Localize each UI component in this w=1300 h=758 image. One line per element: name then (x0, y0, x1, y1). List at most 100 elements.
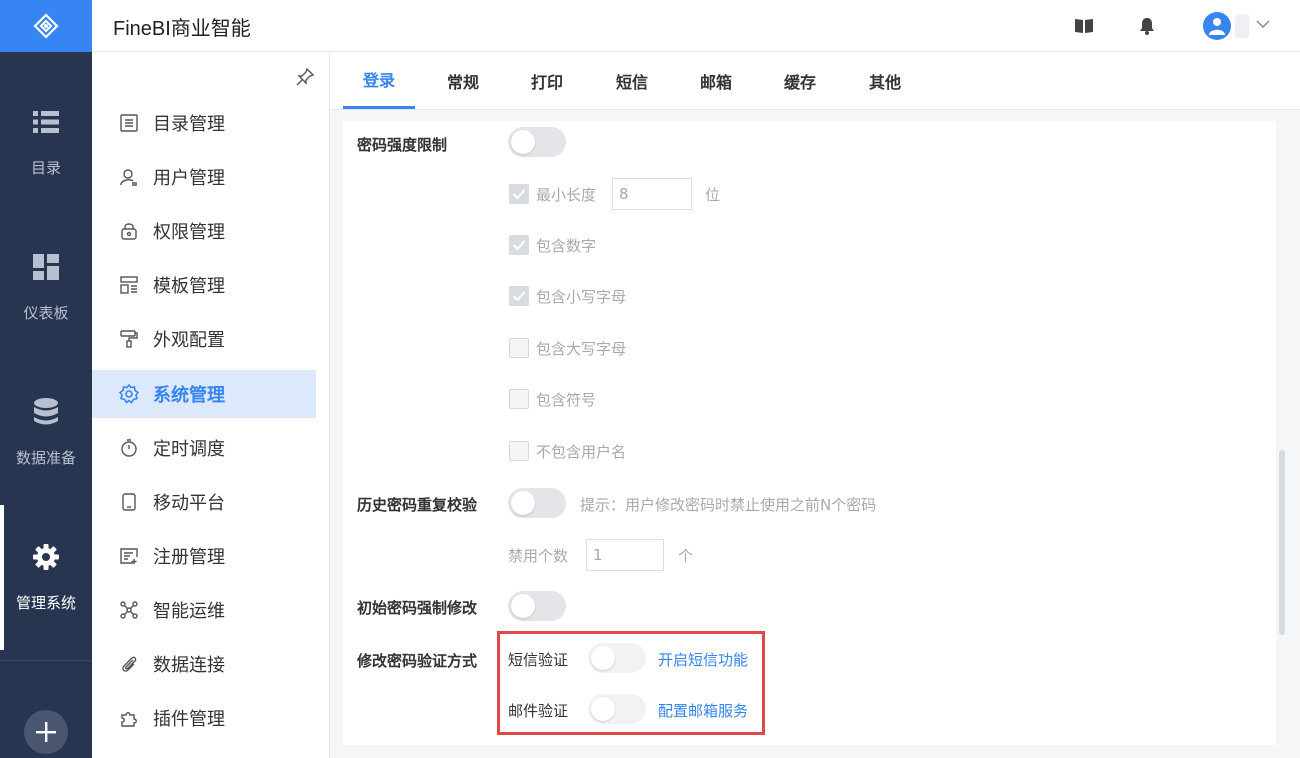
check-icon (512, 240, 526, 251)
directory-icon (118, 112, 140, 134)
min-length-unit: 位 (705, 186, 721, 204)
stopwatch-icon (118, 437, 140, 459)
subnav-label: 模板管理 (153, 276, 225, 297)
add-button[interactable] (24, 710, 68, 754)
user-icon (118, 166, 140, 188)
rail-label: 数据准备 (15, 449, 76, 467)
settings-panel (343, 121, 1276, 745)
gear-icon (118, 383, 140, 405)
subnav-item-plugins[interactable]: 插件管理 (92, 694, 316, 742)
settings-tabs: 登录 常规 打印 短信 邮箱 缓存 其他 (330, 52, 1300, 110)
check-icon (512, 189, 526, 200)
disabled-count-input[interactable]: 1 (586, 539, 664, 571)
subnav-item-system[interactable]: 系统管理 (92, 370, 316, 418)
gear-icon (31, 542, 61, 572)
password-strength-label: 密码强度限制 (357, 136, 448, 154)
history-check-toggle[interactable] (508, 488, 566, 518)
tab-general[interactable]: 常规 (433, 52, 493, 109)
subnav-item-permissions[interactable]: 权限管理 (92, 207, 316, 255)
lock-icon (118, 220, 140, 242)
include-symbols-label: 包含符号 (536, 391, 597, 409)
subnav-label: 智能运维 (153, 601, 225, 622)
rail-label: 仪表板 (23, 304, 69, 322)
tab-email[interactable]: 邮箱 (686, 52, 746, 109)
include-digits-checkbox[interactable] (509, 235, 529, 255)
register-icon (118, 545, 140, 567)
tab-login[interactable]: 登录 (343, 52, 415, 109)
rail-item-admin[interactable]: 管理系统 (0, 505, 92, 650)
subnav-label: 定时调度 (153, 439, 225, 460)
subnav-item-appearance[interactable]: 外观配置 (92, 315, 316, 363)
min-length-input[interactable]: 8 (612, 178, 692, 210)
rail-item-data-prep[interactable]: 数据准备 (0, 360, 92, 505)
subnav-item-register[interactable]: 注册管理 (92, 532, 316, 580)
subnav-item-users[interactable]: 用户管理 (92, 153, 316, 201)
tab-cache[interactable]: 缓存 (770, 52, 830, 109)
subnav-item-directory[interactable]: 目录管理 (92, 99, 316, 147)
subnav-label: 注册管理 (153, 547, 225, 568)
app-rail: 目录 仪表板 数据准备 管理系统 (0, 0, 92, 758)
check-icon (512, 291, 526, 302)
pin-icon[interactable] (295, 67, 315, 91)
logo-icon (33, 13, 59, 39)
include-uppercase-checkbox[interactable] (509, 338, 529, 358)
list-icon (31, 107, 61, 137)
database-icon (31, 397, 61, 427)
template-icon (118, 274, 140, 296)
rail-label: 管理系统 (15, 594, 76, 612)
rail-item-dashboard[interactable]: 仪表板 (0, 215, 92, 360)
scrollbar[interactable] (1279, 450, 1285, 635)
include-digits-label: 包含数字 (536, 237, 597, 255)
user-avatar-icon (1209, 18, 1225, 35)
subnav-item-schedule[interactable]: 定时调度 (92, 424, 316, 472)
username-placeholder[interactable] (1235, 14, 1249, 38)
dashboard-icon (31, 252, 61, 282)
network-icon (118, 599, 140, 621)
initial-force-change-label: 初始密码强制修改 (357, 599, 478, 617)
subnav-label: 目录管理 (153, 114, 225, 135)
app-logo[interactable] (0, 0, 92, 52)
min-length-checkbox[interactable] (509, 184, 529, 204)
tab-other[interactable]: 其他 (855, 52, 915, 109)
verify-method-label: 修改密码验证方式 (357, 652, 478, 670)
subnav-item-templates[interactable]: 模板管理 (92, 261, 316, 309)
avatar[interactable] (1203, 12, 1231, 40)
subnav-item-mobile[interactable]: 移动平台 (92, 478, 316, 526)
subnav-label: 系统管理 (153, 385, 225, 406)
include-uppercase-label: 包含大写字母 (536, 340, 627, 358)
min-length-label: 最小长度 (536, 186, 597, 204)
rail-item-catalog[interactable]: 目录 (0, 70, 92, 215)
app-title: FineBI商业智能 (113, 18, 251, 40)
tab-print[interactable]: 打印 (517, 52, 577, 109)
plus-icon (36, 722, 56, 742)
disabled-count-unit: 个 (678, 547, 694, 565)
subnav-item-connections[interactable]: 数据连接 (92, 640, 316, 688)
paperclip-icon (118, 653, 140, 675)
history-check-label: 历史密码重复校验 (357, 496, 478, 514)
subnav-label: 用户管理 (153, 168, 225, 189)
subnav-label: 外观配置 (153, 330, 225, 351)
tab-sms[interactable]: 短信 (602, 52, 662, 109)
include-lowercase-checkbox[interactable] (509, 286, 529, 306)
exclude-username-checkbox[interactable] (509, 441, 529, 461)
subnav-label: 插件管理 (153, 709, 225, 730)
chevron-down-icon[interactable] (1255, 16, 1271, 35)
highlight-box (497, 631, 765, 735)
bell-icon[interactable] (1135, 14, 1159, 38)
exclude-username-label: 不包含用户名 (536, 443, 627, 461)
admin-subnav: 目录管理 用户管理 权限管理 模板管理 外观配置 系统管理 定时调度 移动平台 … (92, 52, 330, 758)
subnav-label: 数据连接 (153, 655, 225, 676)
include-lowercase-label: 包含小写字母 (536, 288, 627, 306)
disabled-count-label: 禁用个数 (508, 547, 569, 565)
include-symbols-checkbox[interactable] (509, 389, 529, 409)
mobile-icon (118, 491, 140, 513)
rail-label: 目录 (30, 159, 61, 177)
initial-force-change-toggle[interactable] (508, 591, 566, 621)
subnav-item-ops[interactable]: 智能运维 (92, 586, 316, 634)
rail-divider (0, 660, 92, 661)
puzzle-icon (118, 707, 140, 729)
password-strength-toggle[interactable] (508, 127, 566, 157)
subnav-label: 权限管理 (153, 222, 225, 243)
paint-roller-icon (118, 328, 140, 350)
book-icon[interactable] (1072, 14, 1096, 38)
